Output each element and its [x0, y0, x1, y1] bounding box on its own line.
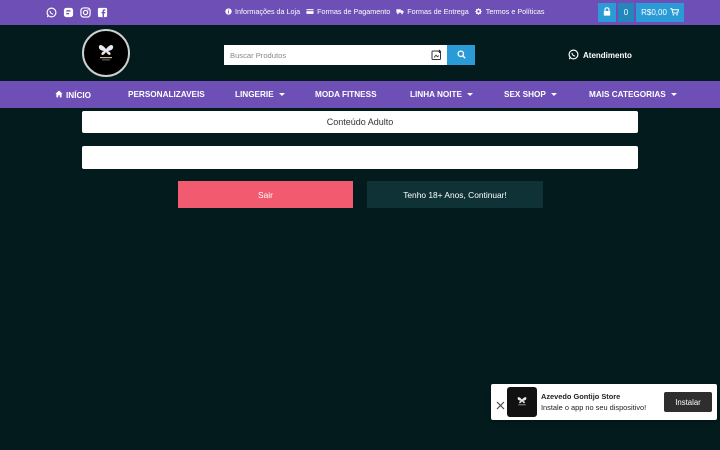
- caret-down-icon: [467, 93, 474, 96]
- nav-item-label: SEX SHOP: [504, 90, 546, 99]
- nav-item-label: LINHA NOITE: [410, 90, 463, 99]
- exit-button[interactable]: Sair: [178, 181, 353, 208]
- support-label: Atendimento: [583, 51, 632, 60]
- nav-item-inicio[interactable]: INÍCIO: [55, 90, 91, 100]
- facebook-icon[interactable]: [97, 6, 108, 18]
- nav-item-moda-fitness[interactable]: MODA FITNESS: [315, 90, 377, 99]
- cart-button[interactable]: R$0,00: [636, 3, 684, 22]
- top-bar: Informações da Loja Formas de Pagamento …: [0, 0, 720, 25]
- adult-content-title: Conteúdo Adulto: [82, 111, 638, 133]
- gear-icon: [475, 8, 483, 16]
- search-placeholder: Buscar Produtos: [230, 50, 287, 60]
- terms-link[interactable]: Termos e Políticas: [475, 7, 545, 16]
- social-links: [46, 6, 108, 18]
- app-store-name: Azevedo Gontijo Store: [541, 392, 621, 401]
- main-nav: INÍCIO PERSONALIZAVEIS LINGERIE MODA FIT…: [0, 81, 720, 108]
- cart-count[interactable]: 0: [618, 3, 634, 22]
- nav-item-mais-categorias[interactable]: MAIS CATEGORIAS: [589, 90, 677, 99]
- whatsapp-support-icon: [568, 49, 579, 62]
- install-button[interactable]: Instalar: [664, 392, 712, 412]
- truck-icon: [396, 8, 404, 16]
- search-icon: [456, 46, 466, 64]
- store-info-label: Informações da Loja: [235, 7, 301, 16]
- nav-item-label: LINGERIE: [235, 90, 274, 99]
- caret-down-icon: [670, 93, 677, 96]
- search-bar: Buscar Produtos: [224, 45, 475, 65]
- butterfly-logo-icon: [93, 43, 119, 63]
- lock-icon: [603, 7, 611, 18]
- credit-card-icon: [306, 8, 314, 16]
- close-icon[interactable]: [496, 397, 505, 410]
- store-logo[interactable]: [82, 29, 130, 77]
- instagram-icon[interactable]: [80, 6, 91, 18]
- nav-item-label: MAIS CATEGORIAS: [589, 90, 666, 99]
- install-description: Instale o app no seu dispositivo!: [541, 403, 647, 412]
- payment-methods-link[interactable]: Formas de Pagamento: [306, 7, 390, 16]
- nav-item-personalizaveis[interactable]: PERSONALIZAVEIS: [128, 90, 205, 99]
- search-input[interactable]: Buscar Produtos: [224, 45, 447, 65]
- caret-down-icon: [278, 93, 285, 96]
- home-icon: [55, 90, 63, 100]
- app-icon: [507, 387, 537, 417]
- cart-total: R$0,00: [641, 8, 667, 17]
- header: Buscar Produtos Atendimento: [0, 25, 720, 81]
- install-app-prompt: Azevedo Gontijo Store Instale o app no s…: [491, 384, 717, 420]
- nav-item-label: INÍCIO: [66, 90, 92, 100]
- blog-icon[interactable]: [63, 6, 74, 18]
- shipping-methods-label: Formas de Entrega: [407, 7, 469, 16]
- shipping-methods-link[interactable]: Formas de Entrega: [396, 7, 469, 16]
- age-gate-message-box: [82, 146, 638, 169]
- nav-item-sex-shop[interactable]: SEX SHOP: [504, 90, 557, 99]
- store-info-link[interactable]: Informações da Loja: [224, 7, 300, 16]
- support-link[interactable]: Atendimento: [568, 49, 632, 62]
- nav-item-lingerie[interactable]: LINGERIE: [235, 90, 285, 99]
- caret-down-icon: [550, 93, 557, 96]
- terms-label: Termos e Políticas: [485, 7, 545, 16]
- login-button[interactable]: [598, 3, 616, 22]
- nav-item-linha-noite[interactable]: LINHA NOITE: [410, 90, 474, 99]
- top-links: Informações da Loja Formas de Pagamento …: [224, 7, 545, 16]
- search-button[interactable]: [447, 45, 475, 65]
- info-icon: [224, 8, 232, 16]
- continue-adult-button[interactable]: Tenho 18+ Anos, Continuar!: [367, 181, 543, 208]
- whatsapp-icon[interactable]: [46, 6, 57, 18]
- account-cart: 0 R$0,00: [598, 3, 684, 22]
- image-search-icon[interactable]: [431, 49, 443, 61]
- nav-item-label: MODA FITNESS: [315, 90, 377, 99]
- payment-methods-label: Formas de Pagamento: [317, 7, 391, 16]
- cart-icon: [670, 7, 680, 18]
- nav-item-label: PERSONALIZAVEIS: [128, 90, 205, 99]
